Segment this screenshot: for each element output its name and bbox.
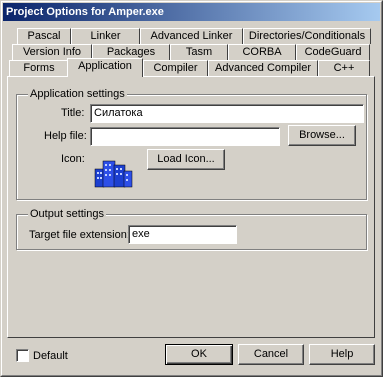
icon-label: Icon: (61, 153, 85, 165)
target-extension-input[interactable]: exe (128, 225, 237, 244)
tab-label: Tasm (185, 46, 213, 58)
tab-label: CORBA (242, 46, 282, 58)
application-settings-label: Application settings (28, 88, 127, 100)
tab-compiler[interactable]: Compiler (143, 60, 208, 76)
tab-label: Application (78, 60, 132, 72)
tab-label: Directories/Conditionals (248, 30, 366, 42)
tab-directories-conditionals[interactable]: Directories/Conditionals (243, 28, 371, 44)
help-file-label: Help file: (44, 130, 87, 142)
tab-advanced-linker[interactable]: Advanced Linker (140, 28, 243, 44)
tab-cpp[interactable]: C++ (318, 60, 370, 76)
browse-button[interactable]: Browse... (288, 125, 356, 146)
application-icon (89, 149, 141, 193)
tab-corba[interactable]: CORBA (228, 44, 296, 60)
tab-pascal[interactable]: Pascal (17, 28, 71, 44)
output-settings-label: Output settings (28, 208, 106, 220)
tab-label: CodeGuard (304, 46, 362, 58)
tab-label: Compiler (153, 62, 198, 74)
help-button[interactable]: Help (309, 344, 375, 365)
load-icon-button[interactable]: Load Icon... (147, 149, 225, 170)
tab-label: Pascal (27, 30, 61, 42)
default-label: Default (33, 350, 68, 362)
tab-label: Linker (90, 30, 121, 42)
tab-forms[interactable]: Forms (9, 60, 69, 76)
tab-label: Advanced Compiler (215, 62, 311, 74)
title-bar[interactable]: Project Options for Amper.exe (3, 3, 380, 21)
tab-tasm[interactable]: Tasm (170, 44, 228, 60)
help-file-input[interactable] (90, 127, 280, 146)
tab-label: Version Info (22, 46, 82, 58)
tab-label: Advanced Linker (150, 30, 233, 42)
title-input[interactable]: Силатока (90, 104, 364, 123)
project-options-dialog: Project Options for Amper.exe Pascal Lin… (0, 0, 383, 377)
cancel-button[interactable]: Cancel (238, 344, 304, 365)
ok-button[interactable]: OK (165, 344, 233, 365)
tab-linker[interactable]: Linker (71, 28, 140, 44)
default-checkbox[interactable] (16, 349, 29, 362)
title-label: Title: (61, 107, 85, 119)
tab-advanced-compiler[interactable]: Advanced Compiler (208, 60, 318, 76)
tab-application[interactable]: Application (67, 58, 143, 77)
tab-label: C++ (333, 62, 355, 74)
tab-label: Packages (106, 46, 156, 58)
target-extension-label: Target file extension: (29, 229, 130, 241)
tab-label: Forms (23, 62, 55, 74)
tab-codeguard[interactable]: CodeGuard (296, 44, 370, 60)
window-title: Project Options for Amper.exe (6, 6, 164, 18)
buildings-icon (94, 160, 133, 188)
